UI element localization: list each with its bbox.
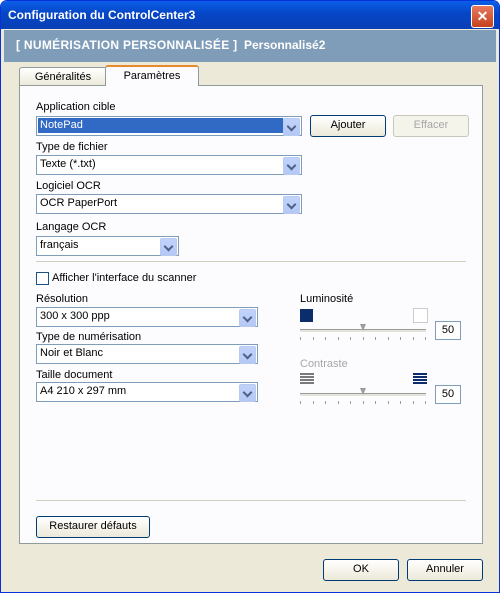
- contrast-label: Contraste: [300, 358, 348, 370]
- tab-settings[interactable]: Paramètres: [105, 65, 199, 86]
- resolution-label: Résolution: [36, 293, 88, 305]
- ocr-language-value: français: [40, 239, 79, 251]
- slider-tick: [350, 337, 351, 340]
- slider-tick: [413, 337, 414, 340]
- slider-tick: [413, 401, 414, 404]
- slider-tick: [425, 401, 426, 404]
- add-button[interactable]: Ajouter: [310, 115, 386, 137]
- scan-type-label: Type de numérisation: [36, 331, 142, 343]
- show-scanner-ui-checkbox[interactable]: [36, 272, 49, 285]
- brightness-slider-thumb[interactable]: [360, 324, 366, 331]
- target-app-select[interactable]: NotePad: [36, 116, 302, 136]
- restore-defaults-button[interactable]: Restaurer défauts: [36, 516, 150, 538]
- scan-type-select[interactable]: Noir et Blanc: [36, 344, 258, 364]
- slider-tick: [425, 337, 426, 340]
- slider-tick: [313, 337, 314, 340]
- dialog-window: Configuration du ControlCenter3 ✕ [ NUMÉ…: [0, 0, 500, 593]
- ocr-software-value: OCR PaperPort: [40, 197, 118, 209]
- slider-tick: [363, 401, 364, 404]
- separator: [36, 261, 466, 262]
- chevron-down-icon[interactable]: [239, 346, 256, 364]
- contrast-high-icon: [413, 373, 427, 384]
- target-app-value: NotePad: [38, 118, 283, 133]
- header-main: [ NUMÉRISATION PERSONNALISÉE ]: [16, 38, 238, 52]
- slider-tick: [338, 337, 339, 340]
- ocr-language-select[interactable]: français: [36, 236, 179, 256]
- cancel-button[interactable]: Annuler: [407, 559, 483, 581]
- brightness-ticks: [300, 337, 426, 341]
- chevron-down-icon[interactable]: [239, 309, 256, 327]
- slider-tick: [300, 337, 301, 340]
- slider-tick: [375, 337, 376, 340]
- ocr-software-select[interactable]: OCR PaperPort: [36, 194, 302, 214]
- separator: [36, 500, 466, 501]
- show-scanner-ui-label[interactable]: Afficher l'interface du scanner: [52, 272, 196, 284]
- slider-tick: [338, 401, 339, 404]
- slider-tick: [363, 337, 364, 340]
- slider-tick: [325, 337, 326, 340]
- slider-tick: [300, 401, 301, 404]
- contrast-low-icon: [300, 373, 314, 384]
- chevron-down-icon[interactable]: [283, 157, 300, 175]
- header-band: [ NUMÉRISATION PERSONNALISÉE ] Personnal…: [4, 30, 496, 62]
- target-app-label: Application cible: [36, 101, 116, 113]
- contrast-slider-thumb[interactable]: [360, 388, 366, 395]
- resolution-select[interactable]: 300 x 300 ppp: [36, 307, 258, 327]
- slider-tick: [400, 337, 401, 340]
- chevron-down-icon[interactable]: [239, 384, 256, 402]
- brightness-label: Luminosité: [300, 293, 354, 305]
- brightness-dark-icon: [300, 309, 313, 322]
- settings-panel: Application cible NotePad Ajouter Efface…: [19, 85, 483, 544]
- chevron-down-icon[interactable]: [160, 238, 177, 256]
- chevron-down-icon[interactable]: [283, 118, 300, 136]
- delete-button[interactable]: Effacer: [393, 115, 469, 137]
- ocr-language-label: Langage OCR: [36, 221, 107, 233]
- doc-size-select[interactable]: A4 210 x 297 mm: [36, 382, 258, 402]
- doc-size-label: Taille document: [36, 369, 113, 381]
- window-title: Configuration du ControlCenter3: [8, 8, 196, 22]
- ocr-software-label: Logiciel OCR: [36, 180, 101, 192]
- close-button[interactable]: ✕: [471, 5, 494, 28]
- header-sub: Personnalisé2: [244, 38, 326, 52]
- resolution-value: 300 x 300 ppp: [40, 310, 110, 322]
- slider-tick: [388, 401, 389, 404]
- brightness-light-icon: [413, 308, 428, 323]
- doc-size-value: A4 210 x 297 mm: [40, 385, 127, 397]
- brightness-value[interactable]: 50: [435, 321, 461, 340]
- slider-tick: [388, 337, 389, 340]
- slider-tick: [350, 401, 351, 404]
- file-type-label: Type de fichier: [36, 141, 108, 153]
- file-type-value: Texte (*.txt): [40, 158, 96, 170]
- slider-tick: [375, 401, 376, 404]
- file-type-select[interactable]: Texte (*.txt): [36, 155, 302, 175]
- contrast-ticks: [300, 401, 426, 405]
- slider-tick: [400, 401, 401, 404]
- scan-type-value: Noir et Blanc: [40, 347, 103, 359]
- slider-tick: [313, 401, 314, 404]
- slider-tick: [325, 401, 326, 404]
- contrast-value[interactable]: 50: [435, 385, 461, 404]
- tab-general[interactable]: Généralités: [19, 67, 107, 86]
- chevron-down-icon[interactable]: [283, 196, 300, 214]
- title-bar[interactable]: Configuration du ControlCenter3 ✕: [1, 1, 499, 29]
- ok-button[interactable]: OK: [323, 559, 399, 581]
